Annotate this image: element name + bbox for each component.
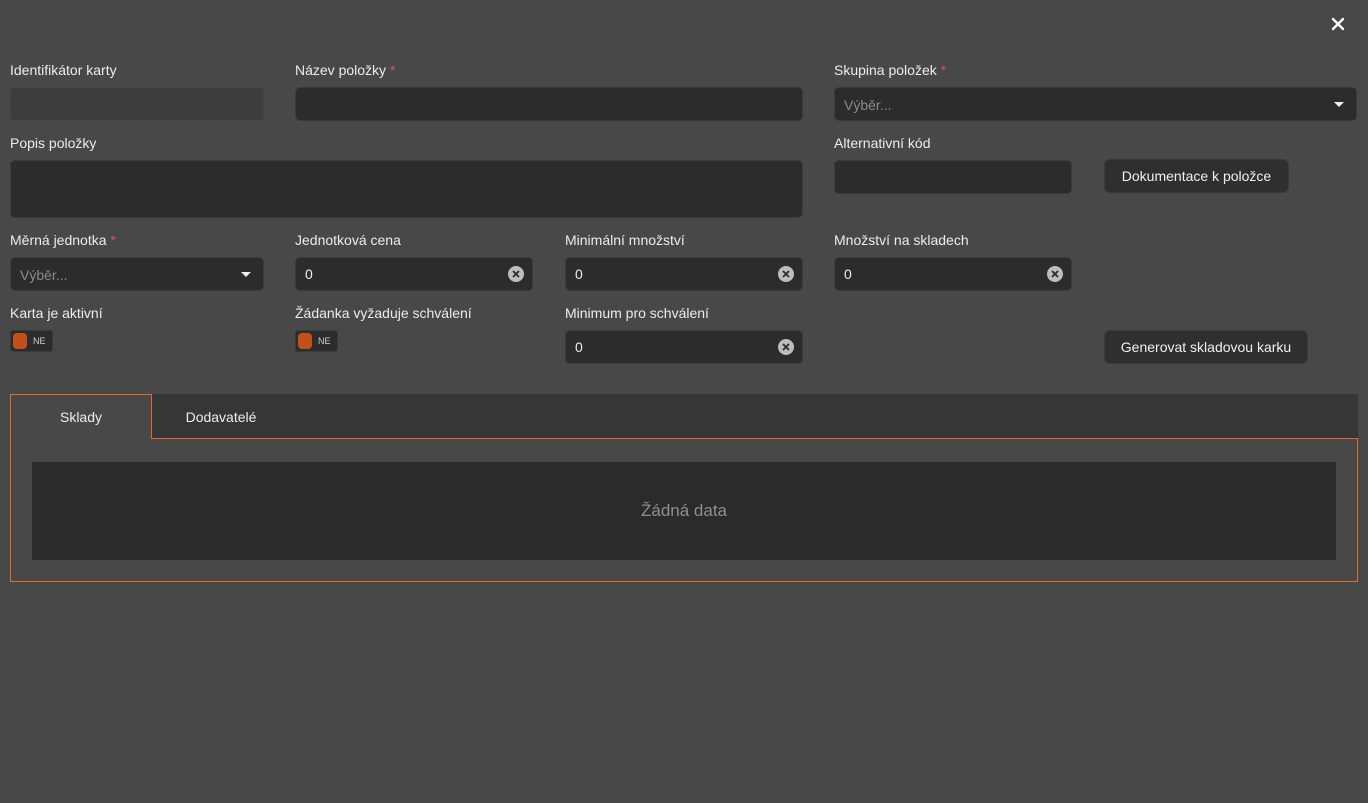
item-description-textarea[interactable] <box>11 161 802 217</box>
card-active-toggle[interactable]: NE <box>10 330 53 352</box>
stock-quantity-field[interactable] <box>834 257 1072 291</box>
unit-placeholder: Výběr... <box>20 267 68 283</box>
dialog-header <box>0 0 1368 50</box>
unit-price-label: Jednotková cena <box>295 232 401 248</box>
required-mark: * <box>940 62 947 78</box>
tab-label: Sklady <box>59 409 103 425</box>
card-id-input <box>11 88 263 120</box>
item-card-dialog: Identifikátor karty Název položky * Skupi… <box>0 0 1368 803</box>
requires-approval-toggle[interactable]: NE <box>295 330 338 352</box>
card-id-label: Identifikátor karty <box>10 62 117 78</box>
tab-label: Dodavatelé <box>185 408 257 425</box>
chevron-down-icon[interactable] <box>1334 102 1344 107</box>
required-mark: * <box>390 62 396 78</box>
requires-approval-label: Žádanka vyžaduje schválení <box>295 305 472 321</box>
chevron-down-icon[interactable] <box>241 272 251 277</box>
toggle-state-text: NE <box>33 336 46 346</box>
stock-quantity-input[interactable] <box>835 258 1071 290</box>
clear-icon[interactable] <box>1047 266 1063 282</box>
toggle-state-text: NE <box>318 336 331 346</box>
required-mark: * <box>110 232 116 248</box>
min-for-approval-field[interactable] <box>565 330 803 364</box>
empty-table: Žádná data <box>32 462 1336 560</box>
close-icon <box>1331 17 1345 31</box>
generate-stock-card-button[interactable]: Generovat skladovou karku <box>1104 330 1308 364</box>
min-quantity-label: Minimální množství <box>565 232 685 248</box>
tab-sklady[interactable]: Sklady <box>10 394 152 439</box>
clear-icon[interactable] <box>508 266 524 282</box>
tab-dodavatele[interactable]: Dodavatelé <box>152 394 290 439</box>
item-group-label: Skupina položek * <box>834 62 947 78</box>
toggle-knob <box>298 333 312 349</box>
item-group-select[interactable]: Výběr... <box>834 87 1357 121</box>
item-group-placeholder: Výběr... <box>844 97 892 113</box>
tab-bar: Sklady Dodavatelé <box>10 394 1358 439</box>
item-name-label: Název položky * <box>295 62 396 78</box>
unit-select[interactable]: Výběr... <box>10 257 264 291</box>
tab-panel: Žádná data <box>10 438 1358 582</box>
min-for-approval-label: Minimum pro schválení <box>565 305 709 321</box>
unit-price-input[interactable] <box>296 258 532 290</box>
alternative-code-field[interactable] <box>834 160 1072 194</box>
no-data-text: Žádná data <box>640 501 727 520</box>
item-name-field[interactable] <box>295 87 803 121</box>
stock-quantity-label: Množství na skladech <box>834 232 969 248</box>
alternative-code-label: Alternativní kód <box>834 135 931 151</box>
min-quantity-input[interactable] <box>566 258 802 290</box>
item-description-field[interactable] <box>10 160 803 218</box>
card-id-field <box>10 87 264 121</box>
toggle-knob <box>13 333 27 349</box>
documentation-button[interactable]: Dokumentace k položce <box>1104 159 1289 193</box>
clear-icon[interactable] <box>778 339 794 355</box>
clear-icon[interactable] <box>778 266 794 282</box>
close-button[interactable] <box>1326 12 1350 36</box>
min-for-approval-input[interactable] <box>566 331 802 363</box>
item-description-label: Popis položky <box>10 135 97 151</box>
item-name-input[interactable] <box>296 88 802 120</box>
card-active-label: Karta je aktivní <box>10 305 103 321</box>
unit-label: Měrná jednotka * <box>10 232 116 248</box>
unit-price-field[interactable] <box>295 257 533 291</box>
alternative-code-input[interactable] <box>835 161 1071 193</box>
min-quantity-field[interactable] <box>565 257 803 291</box>
